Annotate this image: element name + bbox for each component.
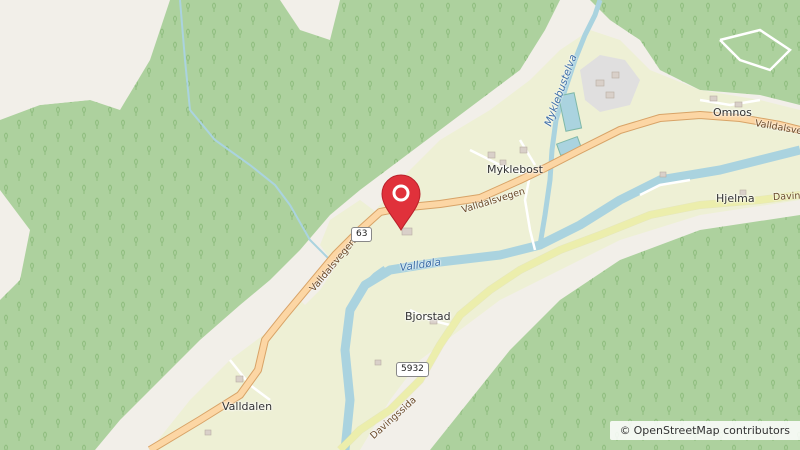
road-shield-5932: 5932 <box>396 362 429 377</box>
place-label-bjorstad: Bjorstad <box>405 310 451 323</box>
copyright-symbol: © <box>619 424 631 437</box>
place-label-myklebost: Myklebost <box>487 163 543 176</box>
map-attribution: © OpenStreetMap contributors <box>609 421 800 440</box>
map-canvas[interactable]: Myklebost Omnos Hjelma Bjorstad Valldale… <box>0 0 800 450</box>
place-label-omnos: Omnos <box>713 106 752 119</box>
place-label-valldalen: Valldalen <box>222 400 273 413</box>
map-pin-icon[interactable] <box>378 172 424 232</box>
road-shield-63: 63 <box>351 227 373 242</box>
attribution-link[interactable]: OpenStreetMap contributors <box>634 424 790 437</box>
road-label-davingssida-east: Davin <box>772 190 800 203</box>
place-label-hjelma: Hjelma <box>716 192 755 205</box>
